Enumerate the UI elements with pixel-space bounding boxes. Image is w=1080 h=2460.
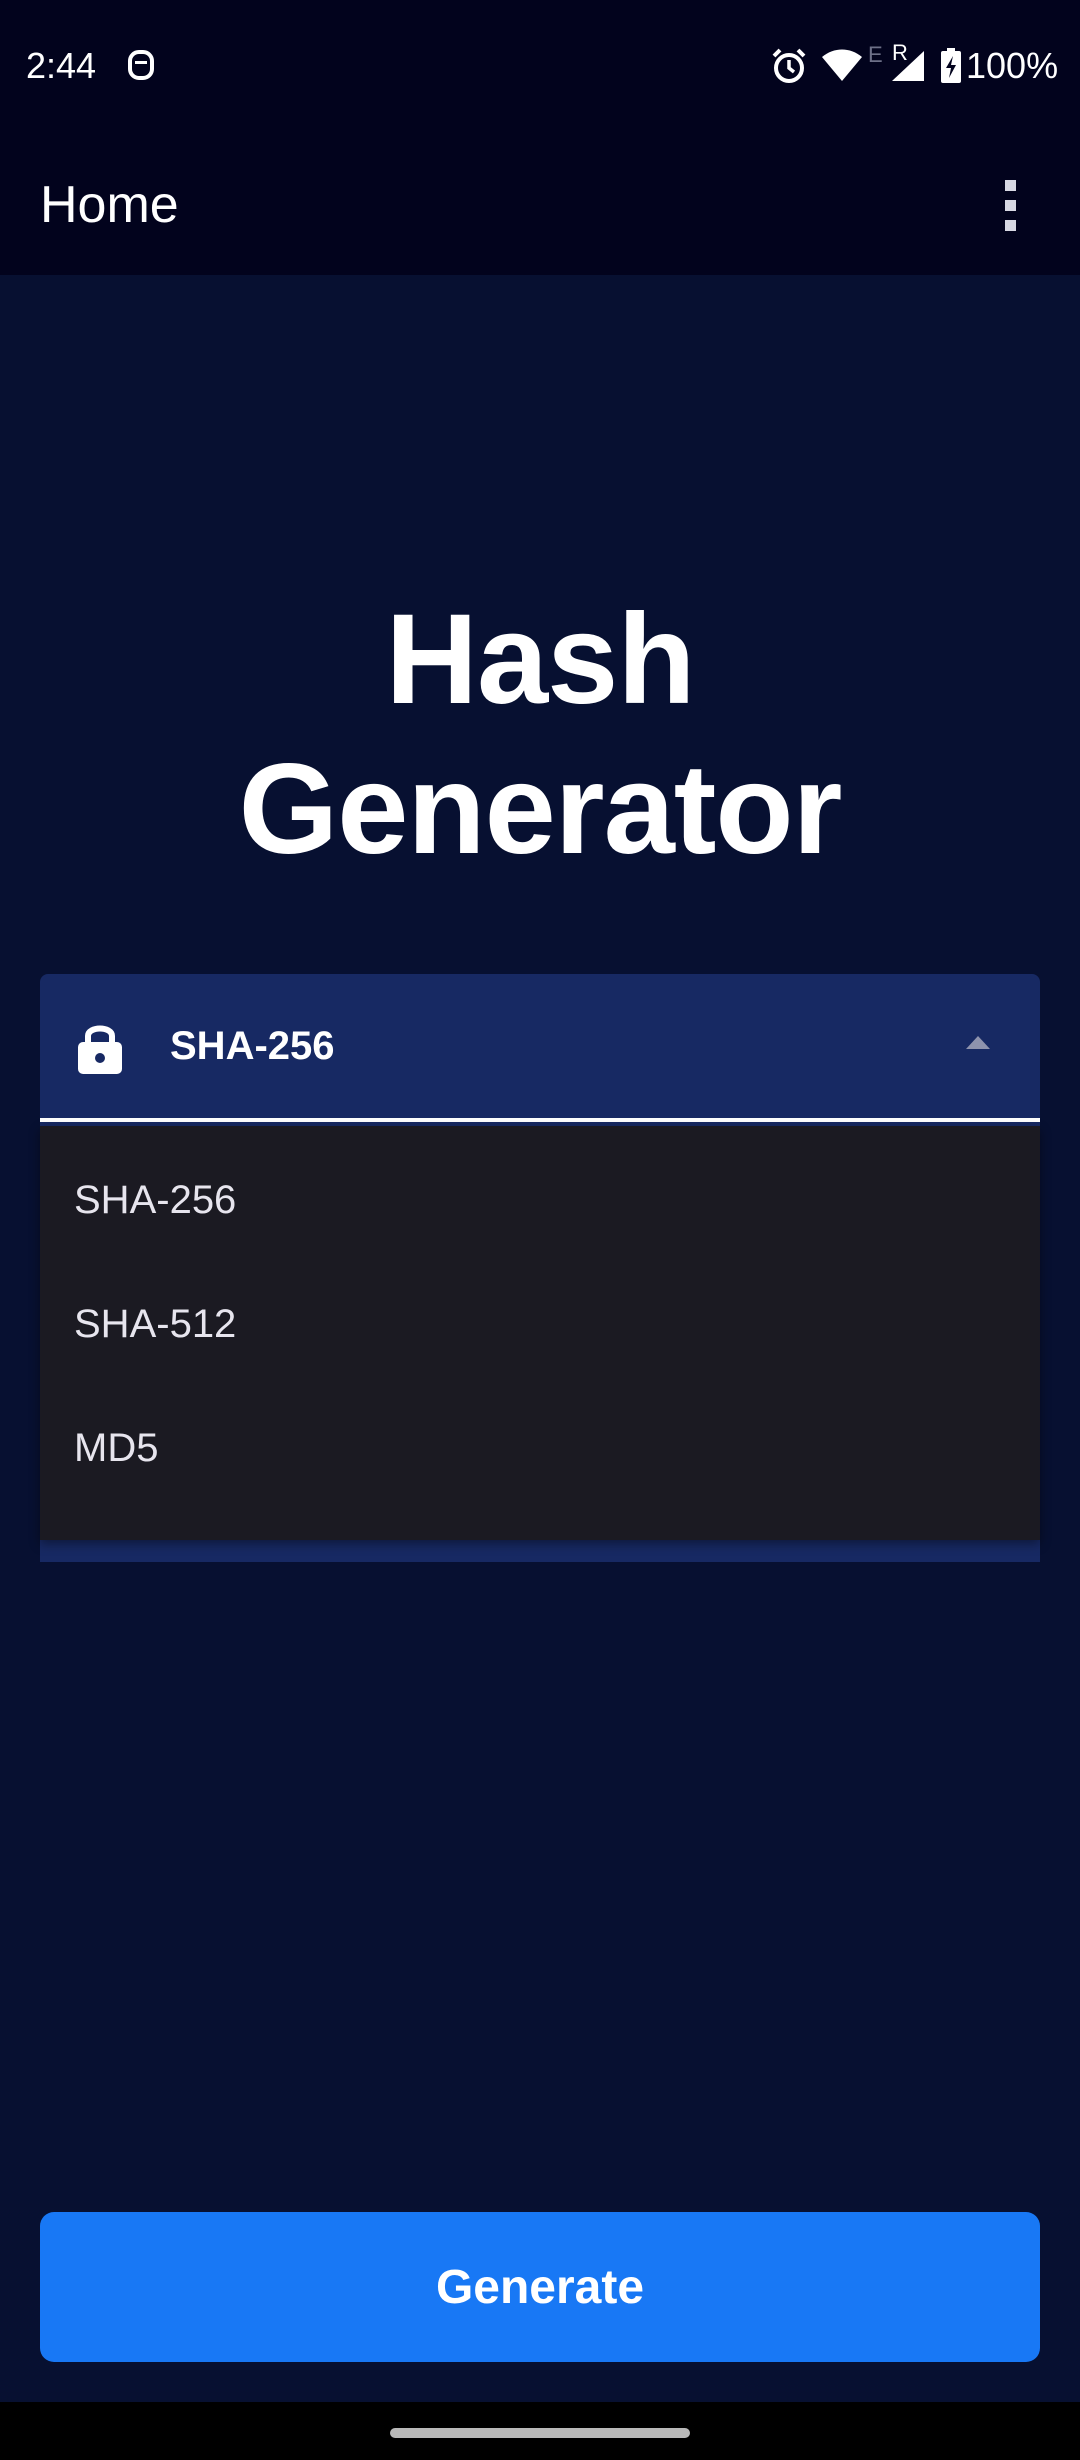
app-title: Home bbox=[40, 176, 179, 234]
lock-icon bbox=[74, 1020, 126, 1076]
network-type-label: E bbox=[868, 42, 883, 67]
menu-item-md5[interactable]: MD5 bbox=[40, 1386, 1040, 1510]
menu-item-sha-256[interactable]: SHA-256 bbox=[40, 1138, 1040, 1262]
arrow-up-icon[interactable] bbox=[966, 1036, 990, 1049]
selected-hash-value: SHA-256 bbox=[170, 1023, 335, 1068]
more-vertical-icon[interactable] bbox=[990, 165, 1030, 245]
hash-options-menu: SHA-256 SHA-512 MD5 bbox=[40, 1126, 1040, 1540]
page-title-line1: Hash bbox=[385, 588, 696, 731]
signal-icon bbox=[890, 42, 926, 90]
menu-item-sha-512[interactable]: SHA-512 bbox=[40, 1262, 1040, 1386]
battery-percent: 100% bbox=[966, 45, 1059, 86]
status-time: 2:44 bbox=[26, 45, 97, 86]
generate-button[interactable]: Generate bbox=[40, 2212, 1040, 2362]
wifi-icon bbox=[822, 42, 862, 90]
page-title: Hash Generator bbox=[0, 585, 1080, 885]
alarm-icon bbox=[770, 42, 808, 90]
app-bar: Home bbox=[0, 135, 1080, 275]
page-title-line2: Generator bbox=[238, 738, 843, 881]
home-gesture-handle[interactable] bbox=[390, 2428, 690, 2438]
hash-algorithm-select[interactable]: SHA-256 bbox=[40, 974, 1040, 1122]
status-bar: 2:44 E R 100% bbox=[0, 0, 1080, 135]
assistant-icon bbox=[126, 42, 156, 90]
battery-charging-icon bbox=[940, 42, 962, 90]
navigation-bar bbox=[0, 2402, 1080, 2460]
